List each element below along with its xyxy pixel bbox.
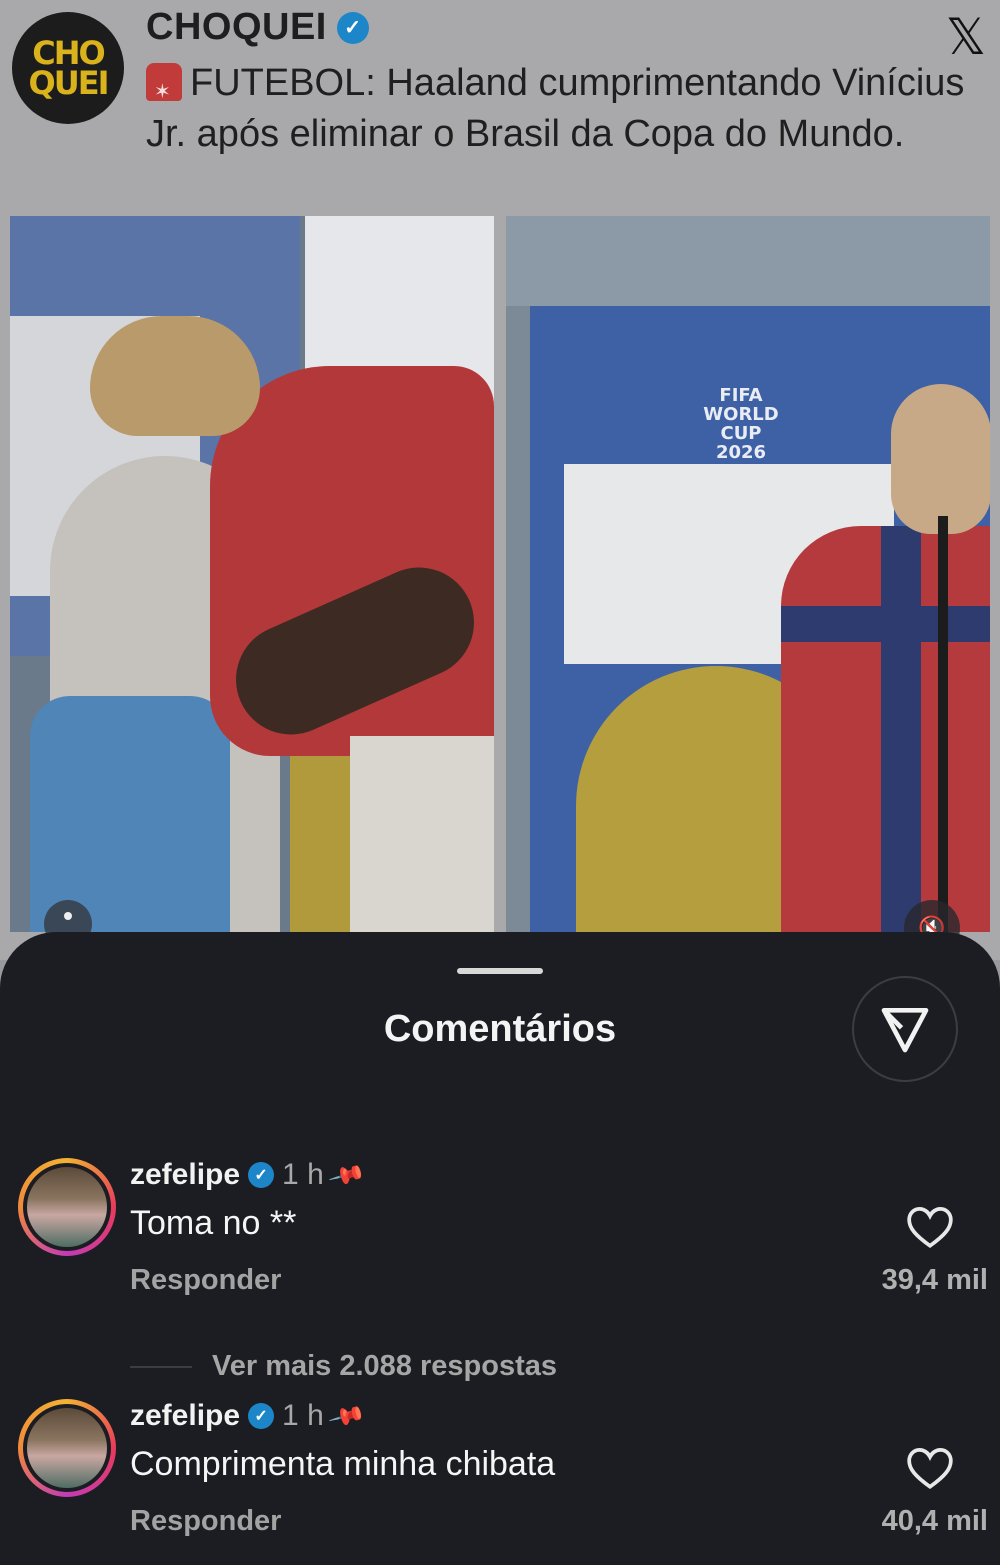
comment-item: zefelipe ✓ 1 h 📌 Toma no ** Responder 39…	[0, 1156, 1000, 1398]
reply-button[interactable]: Responder	[130, 1505, 281, 1538]
photo-press-conference[interactable]: FIFA WORLD CUP 2026	[506, 216, 990, 932]
comment-header: zefelipe ✓ 1 h 📌	[130, 1397, 366, 1435]
norway-cross-vertical	[881, 526, 921, 932]
logo-line3: 2026	[715, 442, 767, 463]
comment-text: Comprimenta minha chibata	[130, 1445, 556, 1483]
comment-text: Toma no **	[130, 1204, 297, 1242]
comment-item: zefelipe ✓ 1 h 📌 Comprimenta minha chiba…	[0, 1397, 1000, 1559]
comment-time: 1 h	[282, 1399, 324, 1432]
share-button[interactable]	[852, 976, 958, 1082]
comment-username[interactable]: zefelipe	[130, 1158, 240, 1192]
player-vinicius-jacket	[30, 696, 230, 932]
drag-handle[interactable]	[457, 968, 543, 974]
comment-header: zefelipe ✓ 1 h 📌	[130, 1156, 366, 1194]
comments-sheet: Comentários zefelipe ✓ 1 h 📌 Toma no ** …	[0, 932, 1000, 1565]
like-count: 40,4 mil	[881, 1505, 988, 1537]
avatar[interactable]	[18, 1158, 116, 1256]
replies-divider	[130, 1365, 192, 1368]
choquei-avatar[interactable]: CHO QUEI	[12, 12, 124, 124]
fifa-world-cup-logo: FIFA WORLD CUP 2026	[681, 386, 801, 462]
view-more-replies-label: Ver mais 2.088 respostas	[212, 1350, 558, 1382]
comment-username[interactable]: zefelipe	[130, 1399, 240, 1433]
tweet-text-block: FUTEBOL: Haaland cumprimentando Vinícius…	[146, 58, 966, 160]
comment-time: 1 h	[282, 1158, 324, 1191]
tweet-text: FUTEBOL: Haaland cumprimentando Vinícius…	[146, 62, 965, 155]
logo-line2: WORLD CUP	[703, 404, 779, 444]
send-icon	[881, 1008, 929, 1053]
reply-button[interactable]: Responder	[130, 1264, 281, 1297]
pin-icon: 📌	[327, 1155, 367, 1195]
like-count: 39,4 mil	[881, 1264, 988, 1296]
norway-cross-horizontal	[781, 606, 990, 642]
verified-icon: ✓	[248, 1162, 275, 1188]
player-haaland-head	[90, 316, 260, 436]
player-haaland-shorts	[350, 736, 494, 932]
handle-text: CHOQUEI	[146, 6, 327, 48]
room-ceiling	[506, 216, 990, 306]
photo-hug[interactable]	[10, 216, 494, 932]
view-more-replies[interactable]: Ver mais 2.088 respostas	[130, 1350, 557, 1383]
tweet-card: CHO QUEI CHOQUEI ✓ 𝕏 FUTEBOL: Haaland cu…	[0, 0, 1000, 960]
avatar[interactable]	[18, 1399, 116, 1497]
player-haaland-head	[891, 384, 990, 534]
avatar-text-line2: QUEI	[28, 64, 110, 102]
pin-icon: 📌	[327, 1396, 367, 1436]
microphone	[938, 516, 948, 932]
heart-icon[interactable]	[905, 1445, 955, 1491]
sheet-title: Comentários	[383, 1008, 617, 1050]
verified-icon: ✓	[248, 1403, 275, 1429]
heart-icon[interactable]	[905, 1204, 955, 1250]
verified-icon: ✓	[336, 11, 369, 44]
tweet-handle[interactable]: CHOQUEI ✓	[146, 6, 369, 49]
logo-line1: FIFA	[719, 385, 763, 406]
siren-icon	[146, 63, 182, 118]
